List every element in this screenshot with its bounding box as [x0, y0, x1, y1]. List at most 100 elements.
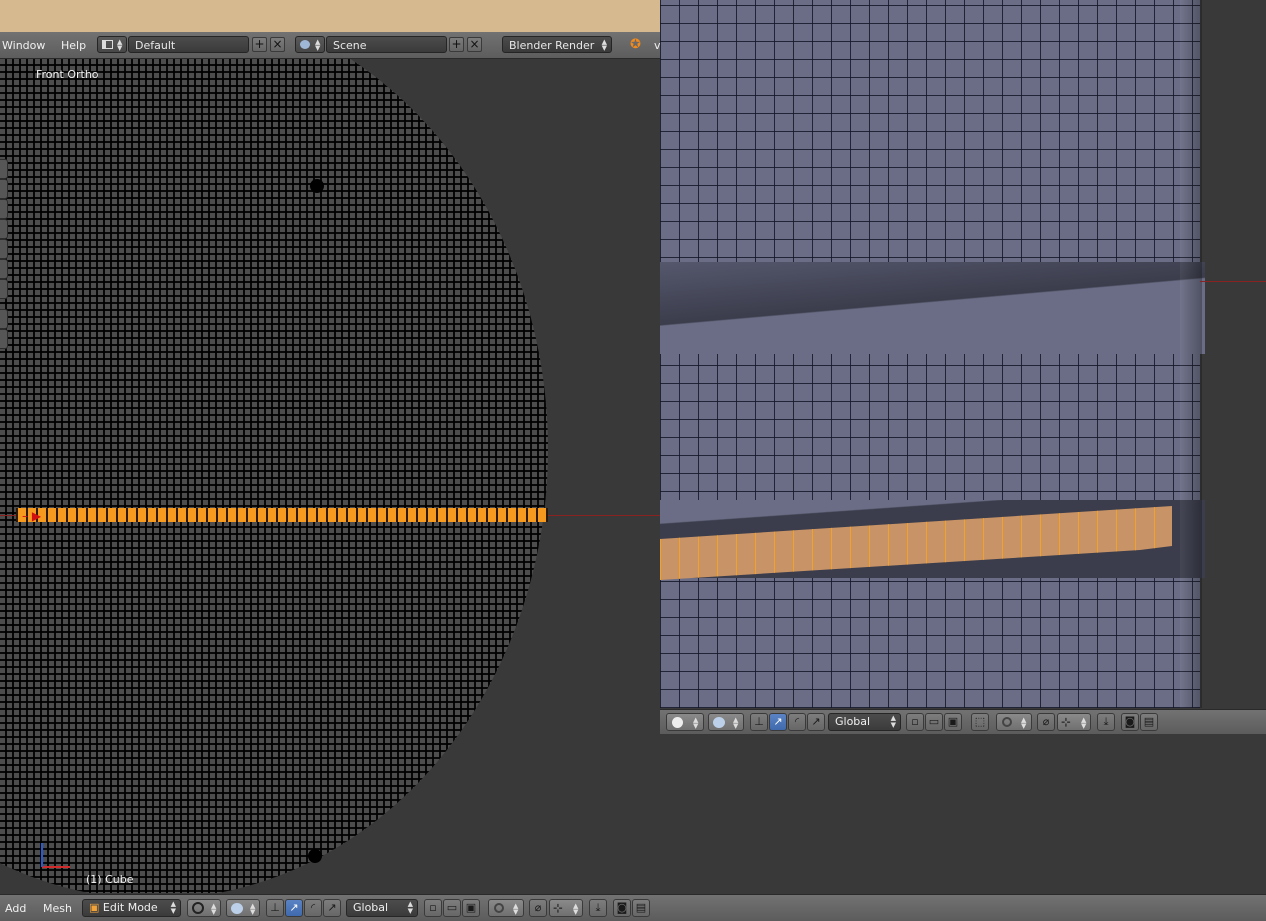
selected-edge-loop[interactable] — [16, 508, 548, 522]
pivot-icon — [231, 903, 243, 914]
menu-add[interactable]: Add — [5, 902, 26, 915]
pivot-select[interactable]: ▲ ▼ — [708, 713, 744, 731]
blender-logo-icon: ✪ — [630, 37, 641, 52]
updown-icon: ▲ ▼ — [1021, 716, 1027, 730]
proportional-edit-select[interactable]: ▲ ▼ — [488, 899, 524, 917]
screen-layout-browse-button[interactable]: ▲ ▼ — [97, 36, 127, 53]
scene-field[interactable]: Scene — [326, 36, 447, 53]
render-image-icon[interactable]: ◙ — [1121, 713, 1139, 731]
render-image-icon[interactable]: ◙ — [613, 899, 631, 917]
right-viewport-header: ▲ ▼ ▲ ▼ ⊥ ↗ ◜ ↗ Global ▲ ▼ ▫ ▭ ▣ ⬚ ▲ ▼ ⌀ ⊹ ▲… — [660, 709, 1266, 734]
remove-scene-button[interactable]: × — [467, 37, 482, 52]
render-animation-icon[interactable]: ▤ — [632, 899, 650, 917]
orientation-label: Global — [353, 901, 389, 914]
scene-browse-button[interactable]: ▲ ▼ — [295, 36, 325, 53]
render-animation-icon[interactable]: ▤ — [1140, 713, 1158, 731]
tool-tab[interactable] — [0, 279, 8, 299]
scale-icon[interactable]: ↗ — [323, 899, 341, 917]
wireframe-sphere-icon — [192, 902, 204, 914]
updown-icon: ▲ ▼ — [601, 38, 607, 52]
updown-icon: ▲ ▼ — [407, 900, 413, 915]
face-select-icon[interactable]: ▣ — [462, 899, 480, 917]
top-strip — [0, 0, 660, 32]
transform-orientation-select[interactable]: Global ▲ ▼ — [346, 899, 418, 917]
cylinder-mesh-solid — [660, 0, 1200, 708]
manipulator-toggle-icon[interactable]: ⊥ — [750, 713, 768, 731]
snap-toggle-icon[interactable]: ⌀ — [529, 899, 547, 917]
updown-icon: ▲ ▼ — [573, 902, 579, 916]
viewport-shading-select[interactable]: ▲ ▼ — [187, 899, 221, 917]
tool-tab[interactable] — [0, 199, 8, 219]
viewport-shading-select[interactable]: ▲ ▼ — [666, 713, 704, 731]
add-scene-button[interactable]: + — [449, 37, 464, 52]
manipulator-arrow-icon[interactable]: – ▶ — [22, 509, 41, 523]
opengl-render-icon[interactable]: ⤓ — [589, 899, 607, 917]
updown-icon: ▲ ▼ — [1081, 716, 1087, 730]
left-3d-viewport[interactable]: – ▶ Front Ortho (1) Cube — [0, 59, 660, 893]
tool-tab[interactable] — [0, 159, 8, 179]
tool-tab[interactable] — [0, 329, 8, 349]
screen-layout-field[interactable]: Default — [128, 36, 249, 53]
menu-window[interactable]: Window — [2, 39, 45, 52]
manipulator-toggle-icon[interactable]: ⊥ — [266, 899, 284, 917]
x-axis-line — [1200, 281, 1266, 282]
right-3d-viewport[interactable] — [660, 0, 1266, 708]
translate-icon[interactable]: ↗ — [285, 899, 303, 917]
proportional-icon — [494, 903, 504, 913]
tool-shelf-tabs — [0, 159, 8, 389]
scale-icon[interactable]: ↗ — [807, 713, 825, 731]
tool-tab[interactable] — [0, 309, 8, 329]
info-header: Window Help ▲ ▼ Default + × ▲ ▼ Scene + × … — [0, 32, 661, 59]
menu-help[interactable]: Help — [61, 39, 86, 52]
vertex-select-icon[interactable]: ▫ — [424, 899, 442, 917]
snap-grid-icon: ⊹ — [553, 901, 564, 915]
updown-icon: ▲ ▼ — [117, 38, 123, 52]
mode-select[interactable]: ▣ Edit Mode ▲ ▼ — [82, 899, 181, 917]
pivot-select[interactable]: ▲ ▼ — [226, 899, 260, 917]
orientation-label: Global — [835, 715, 871, 728]
snap-element-select[interactable]: ⊹ ▲ ▼ — [1057, 713, 1091, 731]
face-select-icon[interactable]: ▣ — [944, 713, 962, 731]
snap-toggle-icon[interactable]: ⌀ — [1037, 713, 1055, 731]
proportional-icon — [1002, 717, 1012, 727]
vertex-select-icon[interactable]: ▫ — [906, 713, 924, 731]
rotate-icon[interactable]: ◜ — [788, 713, 806, 731]
snap-element-select[interactable]: ⊹ ▲ ▼ — [549, 899, 583, 917]
rotate-icon[interactable]: ◜ — [304, 899, 322, 917]
object-label: (1) Cube — [86, 873, 134, 886]
pivot-icon — [713, 717, 725, 728]
remove-layout-button[interactable]: × — [270, 37, 285, 52]
mesh-pole-top — [310, 179, 324, 193]
tool-tab[interactable] — [0, 239, 8, 259]
updown-icon: ▲ ▼ — [315, 38, 321, 52]
tool-tab[interactable] — [0, 259, 8, 279]
edge-select-icon[interactable]: ▭ — [443, 899, 461, 917]
limit-selection-icon[interactable]: ⬚ — [971, 713, 989, 731]
updown-icon: ▲ ▼ — [693, 716, 699, 730]
edge-select-icon[interactable]: ▭ — [925, 713, 943, 731]
edit-mode-icon: ▣ — [89, 901, 100, 914]
tool-tab[interactable] — [0, 219, 8, 239]
transform-orientation-select[interactable]: Global ▲ ▼ — [828, 713, 901, 731]
render-engine-select[interactable]: Blender Render ▲ ▼ — [502, 36, 612, 53]
translate-icon[interactable]: ↗ — [769, 713, 787, 731]
left-viewport-header: Add Mesh ▣ Edit Mode ▲ ▼ ▲ ▼ ▲ ▼ ⊥ ↗ ◜ ↗ Gl… — [0, 894, 1266, 921]
updown-icon: ▲ ▼ — [211, 902, 217, 916]
render-engine-label: Blender Render — [509, 39, 595, 52]
menu-mesh[interactable]: Mesh — [43, 902, 72, 915]
opengl-render-icon[interactable]: ⤓ — [1097, 713, 1115, 731]
mesh-edge-shading — [1180, 0, 1202, 708]
updown-icon: ▲ ▼ — [513, 902, 519, 916]
snap-grid-icon: ⊹ — [1061, 715, 1072, 729]
scene-icon — [300, 40, 310, 49]
axis-gizmo-icon — [41, 843, 70, 868]
layout-icon — [102, 40, 113, 49]
tool-tab[interactable] — [0, 179, 8, 199]
updown-icon: ▲ ▼ — [733, 716, 739, 730]
mesh-groove-upper — [660, 262, 1205, 354]
updown-icon: ▲ ▼ — [250, 902, 256, 916]
add-layout-button[interactable]: + — [252, 37, 267, 52]
updown-icon: ▲ ▼ — [890, 714, 896, 729]
proportional-edit-select[interactable]: ▲ ▼ — [996, 713, 1032, 731]
mesh-pole-bottom — [308, 849, 322, 863]
